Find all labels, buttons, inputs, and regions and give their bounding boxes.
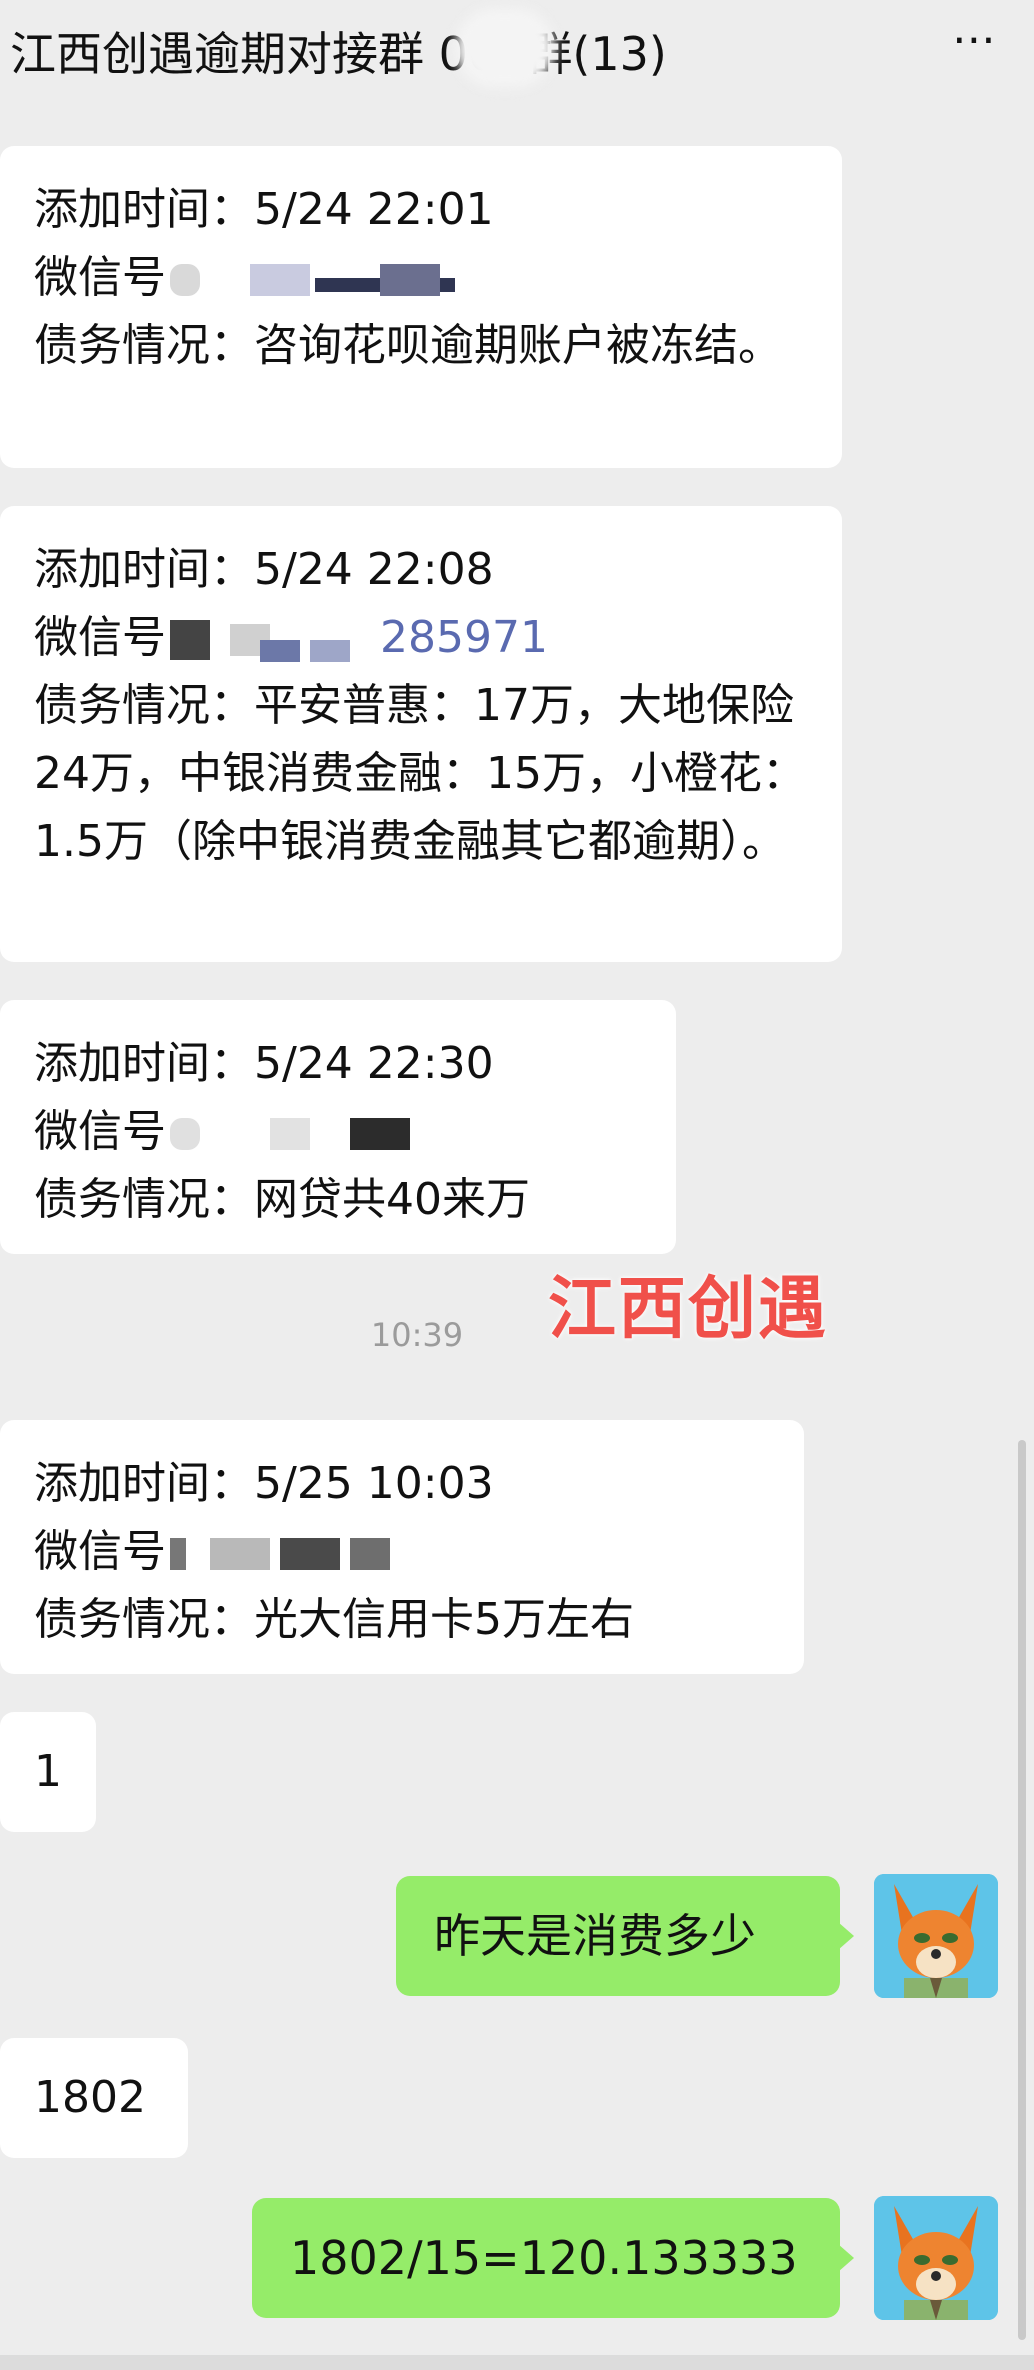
message-text: 1 [34,1746,62,1797]
wechat-id-label: 微信号 [34,252,166,303]
message-text: 1802 [34,2072,146,2123]
add-time-line: 添加时间：5/24 22:30 [34,1038,494,1089]
wechat-id-line: 微信号 [34,1098,642,1166]
debt-status-line: 债务情况：平安普惠：17万，大地保险24万，中银消费金融：15万，小橙花：1.5… [34,680,806,867]
user-avatar[interactable] [874,2196,998,2320]
chat-title: 江西创遇逾期对接群 002群(13) [10,27,667,81]
wechat-id-partial: 285971 [380,612,548,663]
chat-timestamp: 10:39 [370,1316,464,1354]
message-bubble[interactable]: 添加时间：5/25 10:03 微信号 债务情况：光大信用卡5万左右 [0,1420,804,1674]
bottom-divider [0,2355,1034,2370]
wechat-id-label: 微信号 [34,612,166,663]
message-text: 1802/15=120.133333 [290,2231,798,2285]
message-bubble[interactable]: 1802 [0,2038,188,2158]
message-bubble[interactable]: 添加时间：5/24 22:01 微信号 债务情况：咨询花呗逾期账户被冻结。 [0,146,842,468]
redacted-mosaic [170,1532,430,1576]
message-bubble[interactable]: 1 [0,1712,96,1832]
message-text: 昨天是消费多少 [434,1909,756,1963]
redacted-mosaic [170,618,380,662]
debt-status-line: 债务情况：咨询花呗逾期账户被冻结。 [34,320,782,371]
add-time-line: 添加时间：5/24 22:01 [34,184,494,235]
wechat-id-line: 微信号 285971 [34,604,808,672]
message-bubble[interactable]: 添加时间：5/24 22:08 微信号 285971 债务情况：平安普惠：17万… [0,506,842,962]
scrollbar[interactable] [1018,1440,1026,2340]
wechat-id-line: 微信号 [34,1518,770,1586]
add-time-line: 添加时间：5/24 22:08 [34,544,494,595]
message-bubble[interactable]: 添加时间：5/24 22:30 微信号 债务情况：网贷共40来万 [0,1000,676,1254]
user-avatar[interactable] [874,1874,998,1998]
more-dots-icon[interactable]: ⋯ [952,18,1000,62]
redacted-mosaic [170,258,500,302]
title-redaction [455,8,555,88]
debt-status-line: 债务情况：光大信用卡5万左右 [34,1594,634,1645]
outgoing-message-bubble[interactable]: 1802/15=120.133333 [252,2198,854,2318]
chat-header: 江西创遇逾期对接群 002群(13) ⋯ [0,0,1034,100]
add-time-line: 添加时间：5/25 10:03 [34,1458,494,1509]
wechat-id-label: 微信号 [34,1106,166,1157]
debt-status-line: 债务情况：网贷共40来万 [34,1174,530,1225]
outgoing-message-bubble[interactable]: 昨天是消费多少 [396,1876,854,1996]
wechat-id-line: 微信号 [34,244,808,312]
redacted-mosaic [170,1112,430,1156]
wechat-id-label: 微信号 [34,1526,166,1577]
